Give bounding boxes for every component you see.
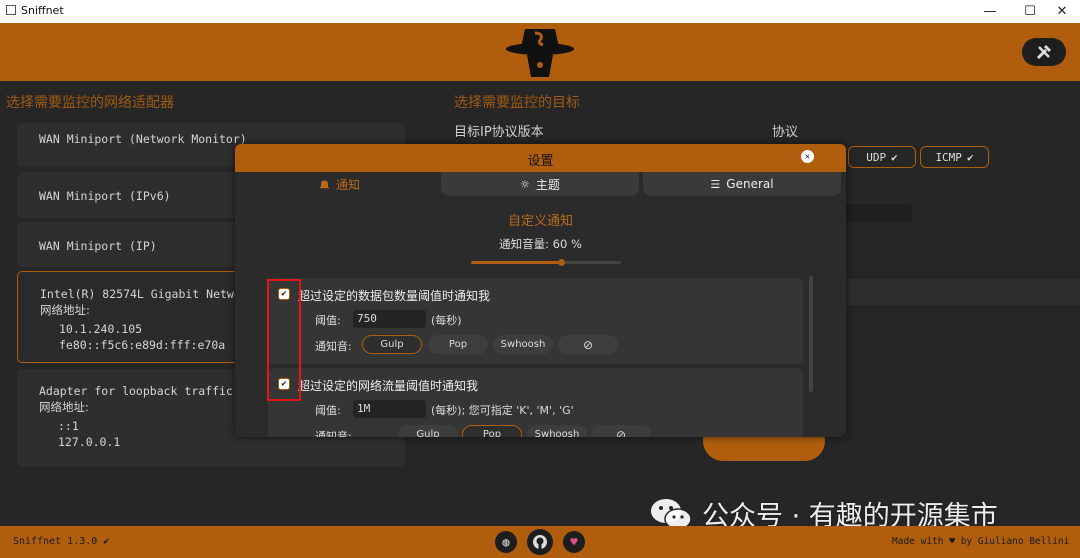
close-icon[interactable]: ✕ — [801, 150, 814, 163]
threshold-unit: (每秒) — [431, 314, 462, 327]
ip-version-label: 目标IP协议版本 — [454, 125, 544, 140]
protocol-label: 协议 — [772, 125, 799, 140]
settings-modal: 设置 ✕ 通知 ☼ 主题 ☰ General 自定义通知 通知音量: 60 % … — [235, 144, 846, 437]
scrollbar[interactable] — [809, 276, 813, 392]
heart-icon: ♥ — [949, 536, 955, 547]
check-icon: ✔ — [891, 150, 898, 164]
tab-notifications[interactable]: 通知 — [241, 172, 438, 196]
sound-gulp-button[interactable]: Gulp — [398, 425, 458, 437]
check-icon: ✔ — [103, 536, 110, 547]
tab-label: 通知 — [335, 177, 360, 192]
sponsor-button[interactable]: ♥ — [563, 531, 585, 553]
volume-slider[interactable] — [471, 259, 621, 266]
sound-gulp-button[interactable]: Gulp — [362, 335, 422, 354]
made-with-label: Made with ♥ by Giuliano Bellini — [892, 536, 1070, 547]
tab-theme[interactable]: ☼ 主题 — [441, 172, 639, 196]
sun-icon: ☼ — [520, 177, 530, 191]
github-icon — [533, 535, 547, 549]
sound-label: 通知音: — [315, 340, 352, 353]
threshold-label: 阈值: — [315, 404, 341, 417]
wechat-icon — [651, 498, 692, 530]
bytes-notification-card: ✔ 超过设定的网络流量阈值时通知我 阈值: 1M (每秒); 您可指定 'K',… — [268, 368, 803, 437]
settings-button[interactable] — [1022, 38, 1066, 66]
globe-icon: ◍ — [502, 535, 510, 549]
mute-sound-button[interactable]: ⊘ — [591, 425, 651, 437]
target-section-title: 选择需要监控的目标 — [454, 95, 580, 111]
app-footer: Sniffnet 1.3.0 ✔ ◍ ♥ Made with ♥ by Giul… — [0, 526, 1080, 558]
adapter-section-title: 选择需要监控的网络适配器 — [6, 95, 174, 111]
background-input — [846, 204, 912, 222]
volume-slider-handle[interactable] — [558, 259, 565, 266]
mute-sound-button[interactable]: ⊘ — [558, 335, 618, 354]
github-button[interactable] — [527, 529, 553, 555]
threshold-unit: (每秒); 您可指定 'K', 'M', 'G' — [431, 404, 574, 417]
protocol-udp-chip[interactable]: UDP ✔ — [848, 146, 916, 168]
protocol-icmp-chip[interactable]: ICMP ✔ — [920, 146, 989, 168]
version-label: Sniffnet 1.3.0 ✔ — [13, 536, 110, 547]
tab-general[interactable]: ☰ General — [643, 172, 841, 196]
bytes-notification-title: 超过设定的网络流量阈值时通知我 — [298, 379, 479, 393]
bell-icon — [319, 180, 329, 188]
tab-label: General — [726, 177, 774, 191]
notifications-section-title: 自定义通知 — [507, 214, 573, 229]
list-icon: ☰ — [710, 177, 721, 191]
bytes-threshold-input[interactable]: 1M — [353, 400, 426, 418]
window-titlebar: Sniffnet — ☐ ✕ — [0, 0, 1080, 23]
sound-pop-button[interactable]: Pop — [462, 425, 522, 437]
sound-swhoosh-button[interactable]: Swhoosh — [493, 335, 553, 354]
heart-icon: ♥ — [570, 535, 578, 549]
volume-label: 通知音量: 60 % — [499, 237, 582, 251]
tools-icon — [1036, 44, 1052, 60]
packets-threshold-input[interactable]: 750 — [353, 310, 426, 328]
sound-label: 通知音: — [315, 430, 352, 437]
app-icon — [6, 5, 16, 15]
website-button[interactable]: ◍ — [495, 531, 517, 553]
app-header — [0, 23, 1080, 81]
background-panel — [846, 279, 1080, 305]
volume-slider-fill — [471, 261, 561, 264]
protocol-name: UDP — [866, 150, 887, 164]
packets-notification-title: 超过设定的数据包数量阈值时通知我 — [298, 289, 491, 303]
check-icon: ✔ — [966, 150, 974, 164]
close-window-button[interactable]: ✕ — [1044, 0, 1080, 23]
sniffnet-logo-icon — [506, 29, 574, 77]
no-sound-icon: ⊘ — [615, 427, 627, 438]
sound-pop-button[interactable]: Pop — [428, 335, 488, 354]
highlight-annotation-box — [267, 279, 301, 401]
sound-swhoosh-button[interactable]: Swhoosh — [527, 425, 587, 437]
packets-notification-card: ✔ 超过设定的数据包数量阈值时通知我 阈值: 750 (每秒) 通知音: Gul… — [268, 278, 803, 364]
no-sound-icon: ⊘ — [582, 337, 594, 352]
threshold-label: 阈值: — [315, 314, 341, 327]
window-title: Sniffnet — [21, 4, 64, 17]
tab-label: 主题 — [535, 177, 560, 192]
modal-header: 设置 ✕ — [235, 144, 846, 172]
protocol-name: ICMP — [935, 150, 962, 164]
modal-title: 设置 — [527, 154, 554, 169]
